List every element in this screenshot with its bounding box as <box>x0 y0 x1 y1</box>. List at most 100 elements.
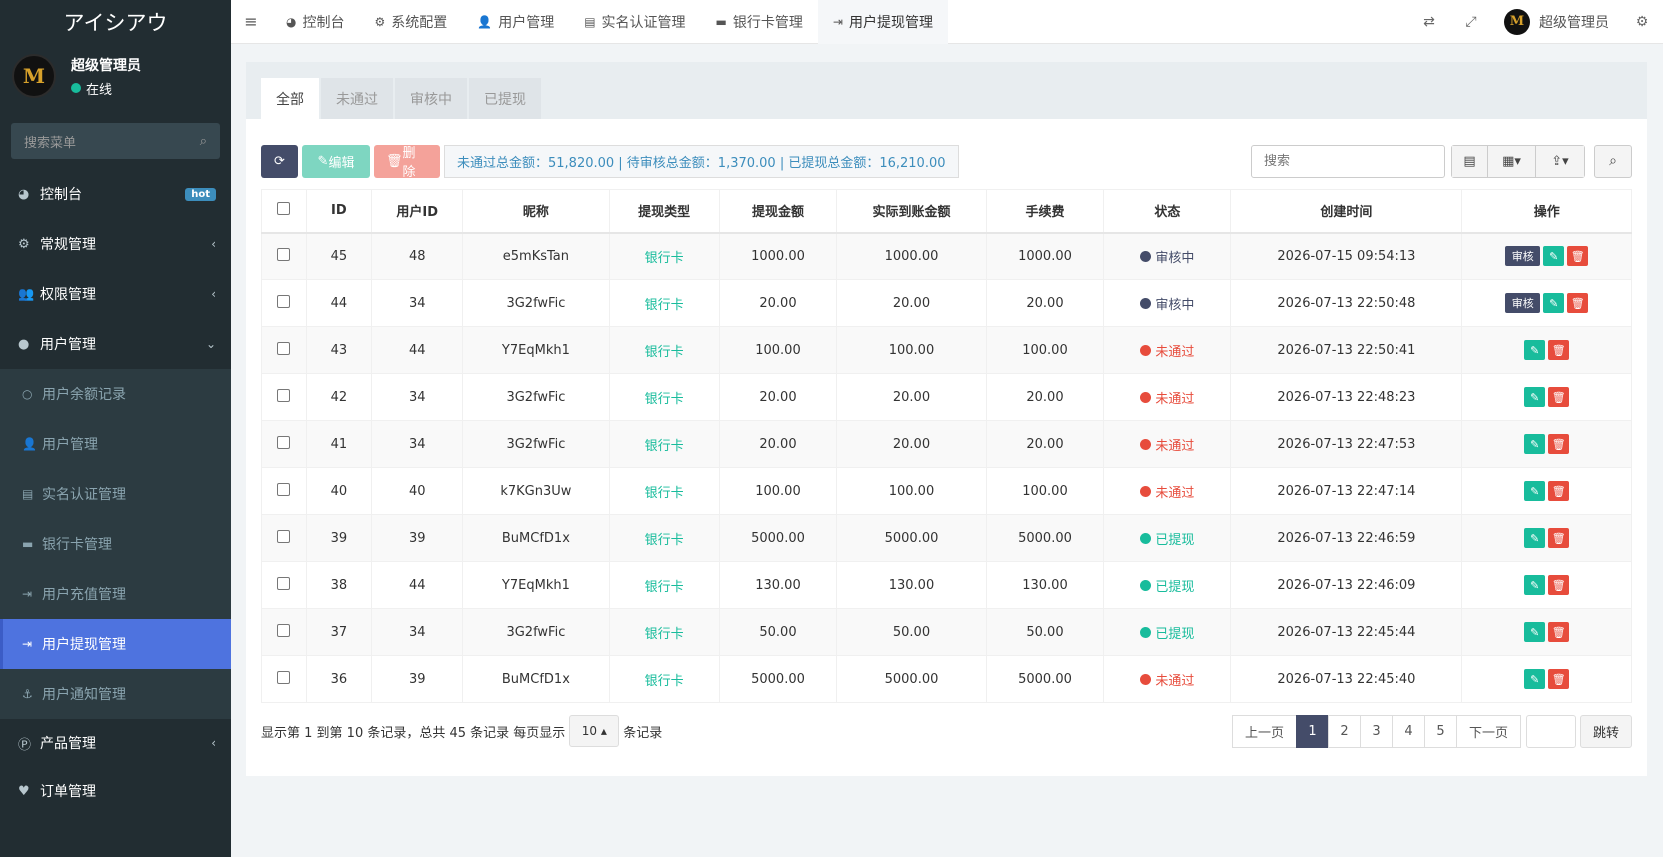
row-delete-trash-icon[interactable]: 🗑 <box>1548 575 1570 595</box>
toggle-view-icon[interactable]: ▤ <box>1452 145 1488 177</box>
row-checkbox[interactable] <box>277 435 291 449</box>
row-edit-pencil-icon[interactable]: ✎ <box>1524 387 1546 407</box>
row-checkbox[interactable] <box>277 294 291 308</box>
row-delete-trash-icon[interactable]: 🗑 <box>1548 387 1570 407</box>
sidebar-item-label: 产品管理 <box>40 736 96 752</box>
row-edit-pencil-icon[interactable]: ✎ <box>1524 622 1546 642</box>
row-delete-trash-icon[interactable]: 🗑 <box>1567 293 1589 313</box>
row-edit-pencil-icon[interactable]: ✎ <box>1524 340 1546 360</box>
sidebar-bottom-item-0[interactable]: Ⓟ 产品管理 ‹ <box>0 719 231 767</box>
submenu-item-3[interactable]: ▬ 银行卡管理 <box>0 519 231 569</box>
settings-gear-icon[interactable]: ⚙ <box>1621 14 1663 30</box>
jump-page-input[interactable] <box>1525 714 1576 748</box>
cell-type[interactable]: 银行卡 <box>608 467 720 515</box>
submenu-item-2[interactable]: ▤ 实名认证管理 <box>0 469 231 519</box>
row-checkbox[interactable] <box>277 482 291 496</box>
submenu-item-4[interactable]: ⇥ 用户充值管理 <box>0 569 231 619</box>
filter-tab-3[interactable]: 已提现 <box>469 78 541 119</box>
cell-type[interactable]: 银行卡 <box>608 655 720 703</box>
filter-tab-1[interactable]: 未通过 <box>321 78 393 119</box>
sidebar-item-2[interactable]: 👥 权限管理 ‹ <box>0 269 231 319</box>
cell-type[interactable]: 银行卡 <box>608 420 720 468</box>
jump-button[interactable]: 跳转 <box>1579 714 1632 748</box>
cell-id: 36 <box>305 655 373 703</box>
row-checkbox[interactable] <box>277 670 291 684</box>
row-delete-trash-icon[interactable]: 🗑 <box>1567 246 1589 267</box>
admin-user-menu[interactable]: M 超级管理员 <box>1492 8 1621 35</box>
page-button-1[interactable]: 1 <box>1295 714 1329 748</box>
table-search-input[interactable] <box>1251 144 1445 178</box>
row-delete-trash-icon[interactable]: 🗑 <box>1548 622 1570 642</box>
next-page-button[interactable]: 下一页 <box>1455 714 1521 748</box>
row-checkbox[interactable] <box>277 623 291 637</box>
row-checkbox[interactable] <box>277 341 291 355</box>
review-button[interactable]: 审核 <box>1505 293 1541 313</box>
filter-tab-2[interactable]: 审核中 <box>395 78 467 119</box>
row-checkbox[interactable] <box>277 388 291 402</box>
page-button-2[interactable]: 2 <box>1327 714 1361 748</box>
user-circle-icon: ● <box>18 336 30 352</box>
cell-type[interactable]: 银行卡 <box>608 326 720 374</box>
sidebar-item-3[interactable]: ● 用户管理 ⌄ <box>0 319 231 369</box>
row-edit-pencil-icon[interactable]: ✎ <box>1524 481 1546 501</box>
row-checkbox[interactable] <box>277 576 291 590</box>
brand-logo[interactable]: アイシアウ <box>0 0 231 44</box>
page-size-select[interactable]: 10 ▴ <box>569 715 620 747</box>
cell-type[interactable]: 银行卡 <box>608 232 720 280</box>
select-all-checkbox[interactable] <box>277 202 291 216</box>
fullscreen-icon[interactable]: ⤢ <box>1450 14 1492 30</box>
table-row: 38 44 Y7EqMkh1 银行卡 130.00 130.00 130.00 已提现 2026… <box>261 561 1632 609</box>
nav-tab-5[interactable]: ⇥ 用户提现管理 <box>817 0 948 44</box>
submenu-item-0[interactable]: ○ 用户余额记录 <box>0 369 231 419</box>
row-edit-pencil-icon[interactable]: ✎ <box>1543 246 1565 267</box>
row-delete-trash-icon[interactable]: 🗑 <box>1548 481 1570 501</box>
row-checkbox[interactable] <box>277 529 291 543</box>
sidebar-bottom-item-1[interactable]: ♥ 订单管理 <box>0 767 231 815</box>
refresh-button[interactable]: ⟳ <box>261 144 298 178</box>
cell-type[interactable]: 银行卡 <box>608 279 720 327</box>
page-button-5[interactable]: 5 <box>1423 714 1457 748</box>
submenu-item-1[interactable]: 👤 用户管理 <box>0 419 231 469</box>
page-button-3[interactable]: 3 <box>1359 714 1393 748</box>
row-edit-pencil-icon[interactable]: ✎ <box>1524 575 1546 595</box>
submenu-item-6[interactable]: ⚓ 用户通知管理 <box>0 669 231 719</box>
search-button[interactable]: ⌕ <box>1594 144 1632 178</box>
cell-type[interactable]: 银行卡 <box>608 373 720 421</box>
row-edit-pencil-icon[interactable]: ✎ <box>1524 434 1546 454</box>
menu-toggle-icon[interactable]: ≡ <box>231 12 271 31</box>
nav-tab-4[interactable]: ▬ 银行卡管理 <box>701 0 818 44</box>
chevron-icon: ⌄ <box>205 337 216 351</box>
delete-button[interactable]: 🗑 删除 <box>374 144 440 180</box>
cell-type[interactable]: 银行卡 <box>608 561 720 609</box>
page-button-4[interactable]: 4 <box>1391 714 1425 748</box>
nav-tab-3[interactable]: ▤ 实名认证管理 <box>569 0 700 44</box>
row-edit-pencil-icon[interactable]: ✎ <box>1524 528 1546 548</box>
prev-page-button[interactable]: 上一页 <box>1231 714 1297 748</box>
nav-tab-0[interactable]: ◕ 控制台 <box>271 0 359 44</box>
review-button[interactable]: 审核 <box>1505 246 1541 267</box>
row-delete-trash-icon[interactable]: 🗑 <box>1548 528 1570 548</box>
cell-type[interactable]: 银行卡 <box>608 514 720 562</box>
row-edit-pencil-icon[interactable]: ✎ <box>1543 293 1565 313</box>
row-edit-pencil-icon[interactable]: ✎ <box>1524 669 1546 689</box>
cell-fee: 100.00 <box>985 326 1105 374</box>
edit-button[interactable]: ✎ 编辑 <box>302 144 370 178</box>
row-delete-trash-icon[interactable]: 🗑 <box>1548 340 1570 360</box>
nav-tab-1[interactable]: ⚙ 系统配置 <box>359 0 462 44</box>
row-checkbox-cell <box>261 467 307 515</box>
sidebar-item-1[interactable]: ⚙ 常规管理 ‹ <box>0 219 231 269</box>
sidebar-search-input[interactable]: 搜索菜单 ⌕ <box>11 123 220 159</box>
cell-type[interactable]: 银行卡 <box>608 608 720 656</box>
translate-icon[interactable]: ⇄ <box>1408 14 1450 30</box>
row-delete-trash-icon[interactable]: 🗑 <box>1548 669 1570 689</box>
columns-icon[interactable]: ▦▾ <box>1488 145 1536 177</box>
filter-tab-0[interactable]: 全部 <box>261 78 319 119</box>
export-icon[interactable]: ⇪▾ <box>1536 145 1584 177</box>
status-badge: 未通过 <box>1140 482 1194 501</box>
status-badge: 未通过 <box>1140 341 1194 360</box>
submenu-item-5[interactable]: ⇥ 用户提现管理 <box>0 619 231 669</box>
row-delete-trash-icon[interactable]: 🗑 <box>1548 434 1570 454</box>
nav-tab-2[interactable]: 👤 用户管理 <box>462 0 569 44</box>
sidebar-item-0[interactable]: ◕ 控制台 hot <box>0 169 231 219</box>
row-checkbox[interactable] <box>277 247 291 261</box>
